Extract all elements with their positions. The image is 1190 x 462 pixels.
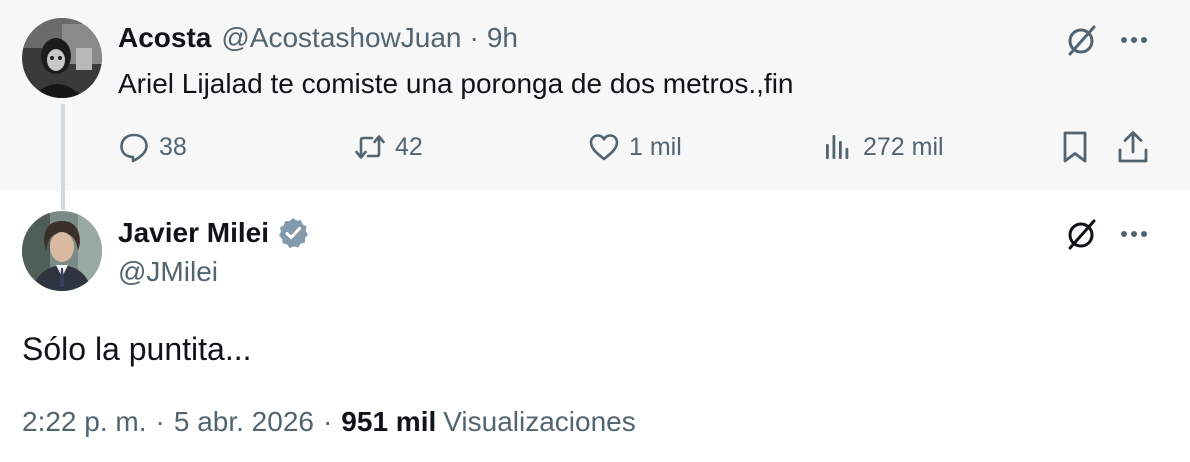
more-options-icon[interactable] xyxy=(1116,22,1152,58)
views-count: 951 mil xyxy=(341,406,437,437)
author-handle[interactable]: @AcostashowJuan xyxy=(221,22,461,54)
bookmark-icon[interactable] xyxy=(1056,128,1094,166)
views-button[interactable]: 272 mil xyxy=(822,128,944,166)
avatar-image xyxy=(22,211,102,291)
grok-icon[interactable] xyxy=(1064,216,1100,252)
parent-tweet-text: Ariel Lijalad te comiste una poronga de … xyxy=(118,68,794,99)
share-icon[interactable] xyxy=(1114,128,1152,166)
like-count: 1 mil xyxy=(629,132,682,161)
separator-dot: · xyxy=(155,406,165,437)
grok-icon[interactable] xyxy=(1064,22,1100,58)
analytics-icon xyxy=(826,135,849,159)
reply-count: 38 xyxy=(159,132,187,161)
reply-button[interactable]: 38 xyxy=(118,128,187,166)
parent-tweet[interactable]: Acosta @AcostashowJuan · 9h Ariel Lijala… xyxy=(0,0,1190,190)
main-tweet-text: Sólo la puntita... xyxy=(22,331,252,367)
tweet-metadata: 2:22 p. m. · 5 abr. 2026 · 951 mil Visua… xyxy=(22,404,636,440)
heart-icon xyxy=(589,134,619,161)
parent-tweet-header: Acosta @AcostashowJuan · 9h xyxy=(118,20,518,56)
tweet-timestamp[interactable]: 2:22 p. m. xyxy=(22,406,147,438)
separator-dot: · xyxy=(322,406,333,437)
views-label: Visualizaciones xyxy=(443,406,636,437)
main-avatar[interactable] xyxy=(22,211,102,291)
tweet-time[interactable]: 9h xyxy=(487,22,518,54)
more-options-icon[interactable] xyxy=(1116,216,1152,252)
retweet-icon xyxy=(355,135,385,159)
separator-dot: · xyxy=(469,22,479,53)
retweet-button[interactable]: 42 xyxy=(354,128,423,166)
tweet-date[interactable]: 5 abr. 2026 xyxy=(174,406,314,438)
thread-connector-line xyxy=(61,104,65,210)
author-handle[interactable]: @JMilei xyxy=(118,256,218,288)
verified-badge-icon[interactable] xyxy=(276,216,310,250)
parent-avatar[interactable] xyxy=(22,18,102,98)
retweet-count: 42 xyxy=(395,132,423,161)
author-name[interactable]: Javier Milei xyxy=(118,217,269,249)
views-count: 272 mil xyxy=(863,132,944,161)
like-button[interactable]: 1 mil xyxy=(588,128,682,166)
main-tweet-header: Javier Milei xyxy=(118,214,310,252)
avatar-image xyxy=(22,18,102,98)
author-name[interactable]: Acosta xyxy=(118,22,211,54)
reply-icon xyxy=(120,133,148,163)
